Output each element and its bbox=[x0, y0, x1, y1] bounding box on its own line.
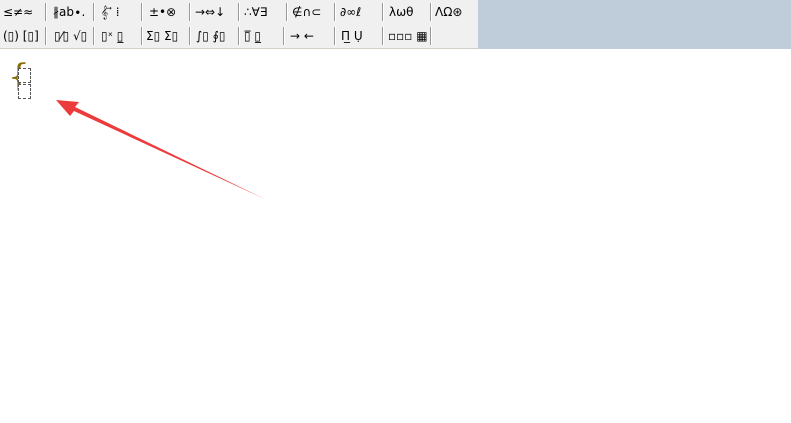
red-arrow-icon bbox=[56, 100, 267, 200]
annotation-arrow bbox=[56, 100, 267, 200]
